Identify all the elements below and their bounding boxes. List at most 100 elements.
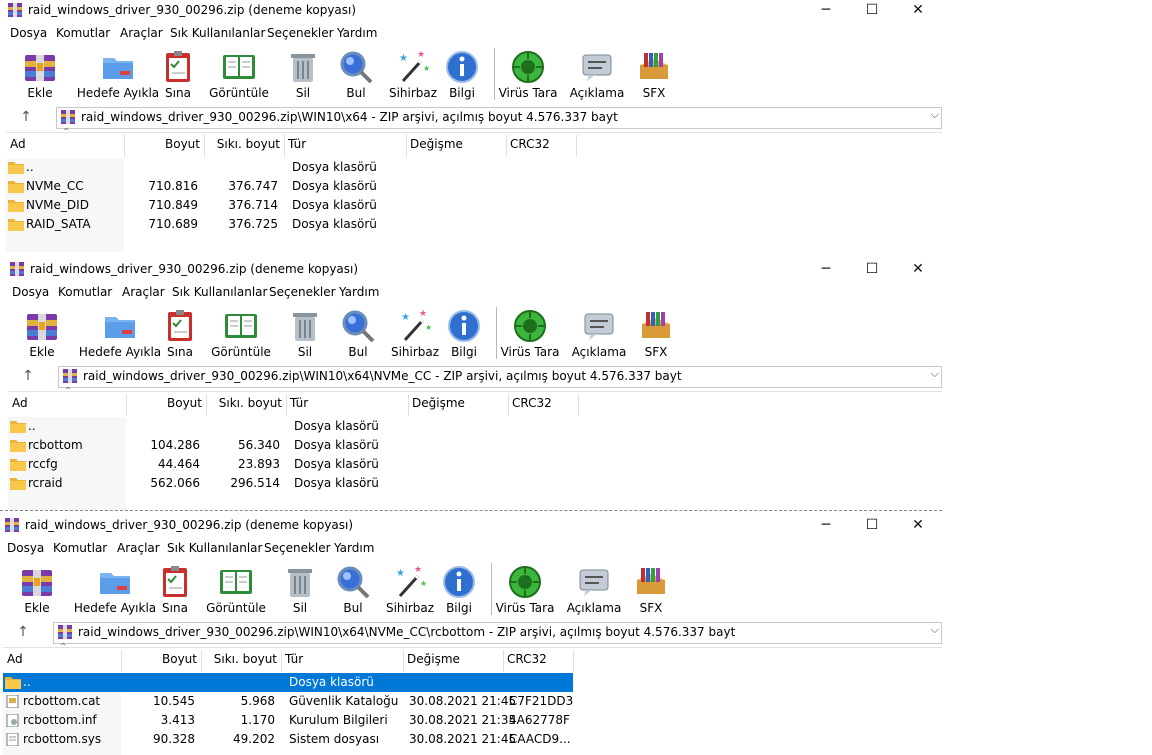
column-header[interactable]: Değişme: [407, 652, 460, 666]
path-dropdown-icon[interactable]: ⌵: [931, 108, 939, 122]
title-bar[interactable]: raid_windows_driver_930_00296.zip (denem…: [8, 259, 942, 281]
column-divider[interactable]: [573, 650, 574, 672]
menu-item[interactable]: Yardım: [339, 285, 379, 299]
menu-item[interactable]: Seçenekler: [264, 541, 331, 555]
close-button[interactable]: ✕: [898, 259, 938, 281]
column-header[interactable]: Tür: [288, 137, 306, 151]
column-divider[interactable]: [576, 135, 577, 157]
column-divider[interactable]: [281, 650, 282, 672]
column-divider[interactable]: [506, 135, 507, 157]
svg-text:★: ★: [423, 64, 430, 73]
file-row[interactable]: NVMe_CC 710.816 376.747 Dosya klasörü: [6, 177, 576, 196]
menu-item[interactable]: Seçenekler: [269, 285, 336, 299]
column-header[interactable]: Ad: [12, 396, 28, 410]
maximize-button[interactable]: ☐: [852, 0, 892, 22]
path-dropdown-icon[interactable]: ⌵: [931, 367, 939, 381]
menu-item[interactable]: Sık Kullanılanlar: [170, 26, 265, 40]
column-header[interactable]: Tür: [285, 652, 303, 666]
menu-item[interactable]: Yardım: [337, 26, 377, 40]
title-bar[interactable]: raid_windows_driver_930_00296.zip (denem…: [3, 515, 942, 537]
svg-text:★: ★: [414, 565, 422, 575]
column-header[interactable]: CRC32: [512, 396, 552, 410]
comment-icon: [576, 564, 612, 600]
menu-item[interactable]: Dosya: [7, 541, 44, 555]
window-title: raid_windows_driver_930_00296.zip (denem…: [28, 3, 357, 17]
column-header[interactable]: Sıkı. boyut: [201, 652, 277, 666]
cell-size: 3.413: [160, 713, 195, 727]
title-bar[interactable]: raid_windows_driver_930_00296.zip (denem…: [6, 0, 942, 22]
menu-item[interactable]: Yardım: [334, 541, 374, 555]
delete-icon: [285, 49, 321, 85]
cell-size: 90.328: [153, 732, 195, 746]
cell-name: rccfg: [28, 457, 58, 471]
file-row[interactable]: .. Dosya klasörü: [3, 673, 573, 692]
cell-modified: 30.08.2021 21:45: [409, 732, 517, 746]
column-divider[interactable]: [406, 135, 407, 157]
column-header[interactable]: Boyut: [124, 137, 200, 151]
toolbar-button-sfx[interactable]: SFX: [632, 44, 676, 102]
toolbar-button-sfx[interactable]: SFX: [629, 559, 673, 617]
path-field[interactable]: raid_windows_driver_930_00296.zip\WIN10\…: [53, 622, 942, 644]
column-header[interactable]: Ad: [7, 652, 23, 666]
menu-item[interactable]: Sık Kullanılanlar: [172, 285, 267, 299]
file-row[interactable]: rcbottom.inf 3.413 1.170 Kurulum Bilgileri 3…: [3, 711, 573, 730]
minimize-button[interactable]: ─: [806, 0, 846, 22]
menu-item[interactable]: Araçlar: [117, 541, 160, 555]
up-arrow-button[interactable]: ↑: [18, 368, 38, 386]
menu-item[interactable]: Komutlar: [56, 26, 110, 40]
column-header[interactable]: Sıkı. boyut: [204, 137, 280, 151]
menu-item[interactable]: Dosya: [10, 26, 47, 40]
up-arrow-button[interactable]: ↑: [13, 624, 33, 642]
column-header[interactable]: Ad: [10, 137, 26, 151]
column-divider[interactable]: [286, 394, 287, 416]
menu-item[interactable]: Seçenekler: [267, 26, 334, 40]
file-row[interactable]: .. Dosya klasörü: [8, 417, 578, 436]
column-divider[interactable]: [284, 135, 285, 157]
column-header[interactable]: Boyut: [126, 396, 202, 410]
file-row[interactable]: rcbottom.sys 90.328 49.202 Sistem dosyası 30…: [3, 730, 573, 749]
find-icon: [338, 49, 374, 85]
column-header[interactable]: Değişme: [412, 396, 465, 410]
close-button[interactable]: ✕: [898, 0, 938, 22]
maximize-button[interactable]: ☐: [852, 259, 892, 281]
toolbar-button-label: SFX: [639, 601, 663, 615]
minimize-button[interactable]: ─: [806, 515, 846, 537]
file-row[interactable]: NVMe_DID 710.849 376.714 Dosya klasörü: [6, 196, 576, 215]
menu-item[interactable]: Araçlar: [120, 26, 163, 40]
menu-item[interactable]: Komutlar: [58, 285, 112, 299]
file-row[interactable]: rcraid 562.066 296.514 Dosya klasörü: [8, 474, 578, 493]
menu-item[interactable]: Sık Kullanılanlar: [167, 541, 262, 555]
column-divider[interactable]: [403, 650, 404, 672]
cell-type: Sistem dosyası: [289, 732, 380, 746]
column-header[interactable]: CRC32: [510, 137, 550, 151]
column-header[interactable]: Sıkı. boyut: [206, 396, 282, 410]
minimize-button[interactable]: ─: [806, 259, 846, 281]
toolbar-button-view[interactable]: Görüntüle: [206, 559, 266, 617]
column-header[interactable]: Boyut: [121, 652, 197, 666]
column-header[interactable]: Değişme: [410, 137, 463, 151]
column-divider[interactable]: [578, 394, 579, 416]
close-button[interactable]: ✕: [898, 515, 938, 537]
file-row[interactable]: .. Dosya klasörü: [6, 158, 576, 177]
maximize-button[interactable]: ☐: [852, 515, 892, 537]
path-field[interactable]: raid_windows_driver_930_00296.zip\WIN10\…: [58, 366, 942, 388]
path-field[interactable]: raid_windows_driver_930_00296.zip\WIN10\…: [56, 107, 942, 129]
toolbar-button-view[interactable]: Görüntüle: [211, 303, 271, 361]
menu-item[interactable]: Komutlar: [53, 541, 107, 555]
toolbar-button-view[interactable]: Görüntüle: [209, 44, 269, 102]
file-icon: [5, 732, 21, 747]
menu-item[interactable]: Dosya: [12, 285, 49, 299]
file-row[interactable]: rcbottom.cat 10.545 5.968 Güvenlik Kataloğu…: [3, 692, 573, 711]
column-header[interactable]: Tür: [290, 396, 308, 410]
column-divider[interactable]: [408, 394, 409, 416]
file-row[interactable]: rccfg 44.464 23.893 Dosya klasörü: [8, 455, 578, 474]
file-row[interactable]: rcbottom 104.286 56.340 Dosya klasörü: [8, 436, 578, 455]
toolbar-button-sfx[interactable]: SFX: [634, 303, 678, 361]
column-divider[interactable]: [508, 394, 509, 416]
file-row[interactable]: RAID_SATA 710.689 376.725 Dosya klasörü: [6, 215, 576, 234]
path-dropdown-icon[interactable]: ⌵: [931, 623, 939, 637]
menu-item[interactable]: Araçlar: [122, 285, 165, 299]
up-arrow-button[interactable]: ↑: [16, 109, 36, 127]
column-divider[interactable]: [503, 650, 504, 672]
column-header[interactable]: CRC32: [507, 652, 547, 666]
